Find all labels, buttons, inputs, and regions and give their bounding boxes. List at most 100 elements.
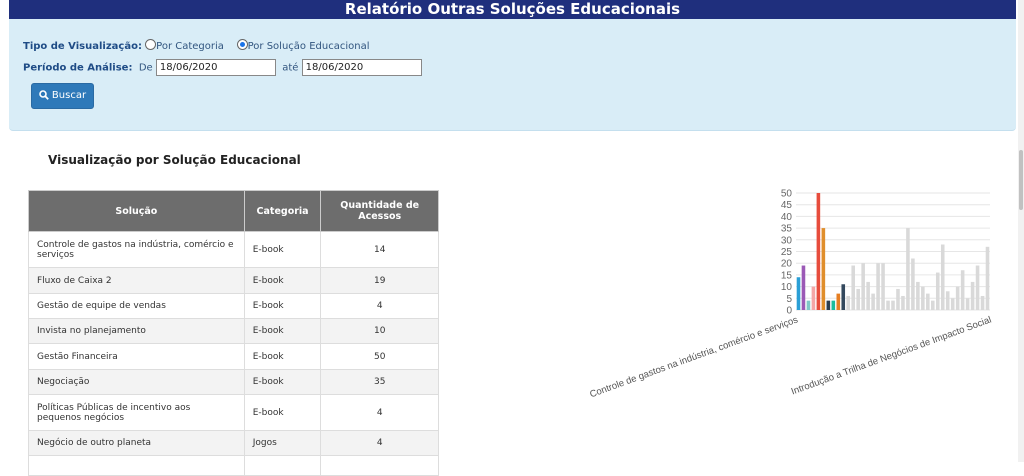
table-row: Controle de gastos na indústria, comérci… <box>28 231 439 268</box>
page-header: Relatório Outras Soluções Educacionais <box>9 0 1016 19</box>
table-row: Negócio de outro planeta Jogos 4 <box>28 430 439 456</box>
chart-bar <box>801 265 806 310</box>
table-row: Gestão de equipe de vendas E-book 4 <box>28 293 439 319</box>
filter-panel: Tipo de Visualização: Por Categoria Por … <box>9 19 1016 131</box>
cell-solucao: Fluxo de Caixa 2 <box>28 267 245 294</box>
y-tick-label: 15 <box>781 270 793 281</box>
cell-categoria: E-book <box>243 369 322 395</box>
chart-bar <box>796 277 801 310</box>
chart-bar <box>841 284 846 310</box>
y-tick-label: 35 <box>781 224 793 235</box>
table-row: Negociação E-book 35 <box>28 369 439 395</box>
chart-bar <box>965 298 970 310</box>
cell-solucao: Negócio de outro planeta <box>28 430 245 456</box>
chart-bar <box>851 265 855 310</box>
chart-bar <box>861 263 865 310</box>
chart-bar <box>935 272 940 310</box>
cell-solucao: Negociação <box>28 369 245 395</box>
to-label: até <box>282 62 299 74</box>
cell-quantidade: 35 <box>320 369 439 395</box>
cell-categoria: E-book <box>243 293 322 319</box>
cell-quantidade: 19 <box>320 267 439 294</box>
chart-bar <box>821 228 826 310</box>
y-tick-label: 20 <box>781 259 793 270</box>
table-row: Invista no planejamento E-book 10 <box>28 318 439 344</box>
y-tick-label: 50 <box>781 189 793 200</box>
cell-solucao: Gestão de equipe de vendas <box>28 293 245 319</box>
cell-categoria: Jogos <box>243 430 322 456</box>
cell-categoria: E-book <box>243 343 322 370</box>
chart-bar <box>921 286 925 310</box>
chart-bar <box>881 263 885 310</box>
chart-bar <box>876 263 880 310</box>
from-label: De <box>138 62 153 74</box>
chart-bar <box>906 228 910 310</box>
search-button[interactable]: Buscar <box>31 83 94 109</box>
chart-bar <box>931 300 935 310</box>
y-tick-label: 5 <box>786 294 792 305</box>
chart-bar <box>955 286 960 310</box>
cell-categoria: E-book <box>243 231 322 268</box>
cell-quantidade: 50 <box>320 343 439 370</box>
y-tick-label: 0 <box>786 306 792 317</box>
cell-quantidade: 14 <box>320 231 439 268</box>
chart-bar <box>985 246 990 310</box>
chart-bar <box>856 288 860 310</box>
page-title: Relatório Outras Soluções Educacionais <box>344 0 681 18</box>
chart-bar <box>975 265 980 310</box>
scrollbar-thumb[interactable] <box>1019 150 1023 210</box>
chart-bar <box>916 281 920 310</box>
y-tick-label: 10 <box>781 282 793 293</box>
chart-bar <box>866 281 870 310</box>
cell-solucao: Gestão Financeira <box>28 343 245 370</box>
chart-bar <box>836 293 841 310</box>
period-row: Período de Análise: De 18/06/2020 até 18… <box>23 59 422 76</box>
x-tick-label: Controle de gastos na indústria, comérci… <box>588 314 799 400</box>
table-row: Fluxo de Caixa 2 E-book 19 <box>28 267 439 294</box>
chart-bar <box>901 295 905 310</box>
chart-bar <box>896 288 900 310</box>
chart-bar <box>945 291 950 310</box>
radio-por-solucao-label[interactable]: Por Solução Educacional <box>248 41 370 52</box>
cell-categoria: E-book <box>243 267 322 294</box>
column-header-quantidade[interactable]: Quantidade de Acessos <box>320 190 439 232</box>
table-row: Gestão Financeira E-book 50 <box>28 343 439 370</box>
y-tick-label: 40 <box>781 212 793 223</box>
solutions-table: Solução Categoria Quantidade de Acessos … <box>28 190 439 476</box>
cell-solucao: Controle de gastos na indústria, comérci… <box>28 231 245 268</box>
column-header-categoria[interactable]: Categoria <box>243 190 322 232</box>
view-type-row: Tipo de Visualização: Por Categoria Por … <box>23 39 369 52</box>
chart-bar <box>831 300 836 310</box>
chart-bar <box>886 300 890 310</box>
chart-bar <box>806 300 811 310</box>
radio-por-solucao[interactable] <box>236 39 248 50</box>
cell-categoria: E-book <box>243 318 322 344</box>
chart-bar <box>846 295 851 310</box>
date-from-input[interactable]: 18/06/2020 <box>155 59 276 76</box>
search-button-label[interactable]: Buscar <box>52 90 86 101</box>
column-header-solucao[interactable]: Solução <box>28 190 245 232</box>
radio-por-categoria-label[interactable]: Por Categoria <box>156 41 224 52</box>
cell-solucao: Políticas Públicas de incentivo aos pequ… <box>28 394 245 431</box>
y-tick-label: 30 <box>781 235 793 246</box>
chart-bar <box>960 270 965 310</box>
date-to-input[interactable]: 18/06/2020 <box>301 59 422 76</box>
radio-por-categoria[interactable] <box>145 39 157 50</box>
chart-bar <box>871 293 875 310</box>
cell-categoria: E-book <box>243 394 322 431</box>
view-type-label: Tipo de Visualização: <box>23 41 142 52</box>
chart-bar <box>811 286 816 310</box>
cell-quantidade: 4 <box>320 430 439 456</box>
cell-quantidade: 4 <box>320 293 439 319</box>
chart-bar <box>970 281 975 310</box>
chart-bar <box>940 244 945 310</box>
x-tick-label: Introdução a Trilha de Negócios de Impac… <box>790 314 993 397</box>
chart-bar <box>911 258 915 310</box>
table-row <box>28 455 439 476</box>
cell-solucao: Invista no planejamento <box>28 318 245 344</box>
y-tick-label: 45 <box>781 200 793 211</box>
chart-bar <box>816 193 821 310</box>
scrollbar[interactable] <box>1018 0 1024 462</box>
chart-bar <box>826 300 831 310</box>
y-tick-label: 25 <box>781 247 793 258</box>
